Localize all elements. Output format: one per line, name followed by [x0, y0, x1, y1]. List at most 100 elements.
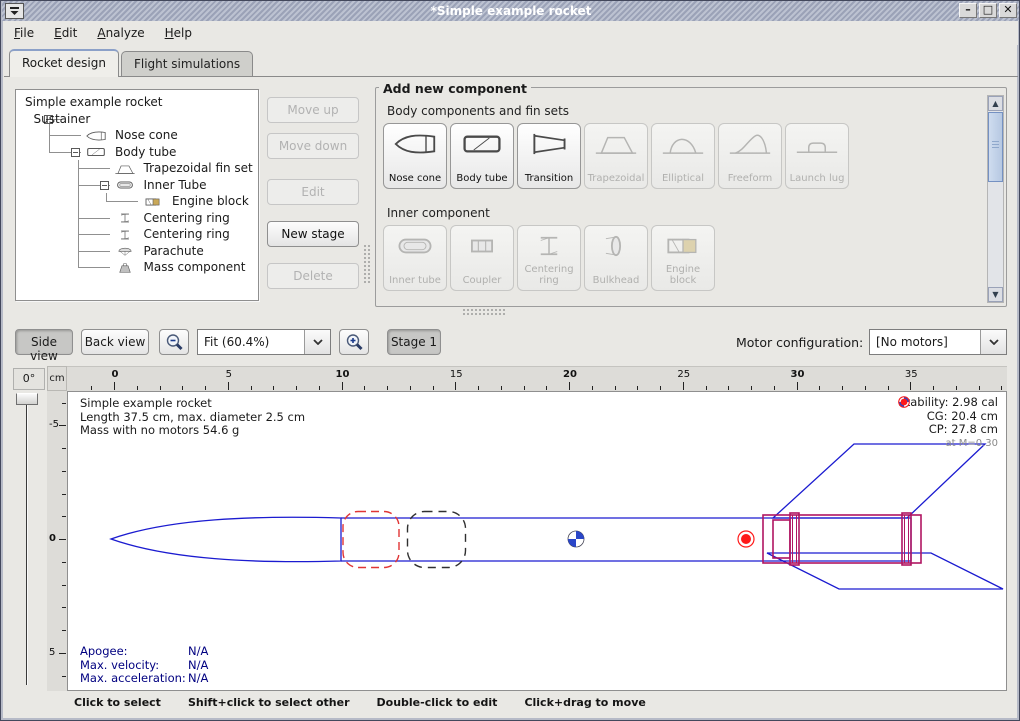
tree-item-label: Trapezoidal fin set: [144, 161, 253, 175]
ruler-tick: [342, 382, 343, 390]
component-tree: Simple example rocket SustainerNose coneB…: [15, 89, 259, 301]
launch-lug-button[interactable]: Launch lug: [785, 123, 849, 189]
ruler-tick: [683, 382, 684, 390]
tree-item-parachute[interactable]: Parachute: [16, 243, 258, 260]
cp-line: CP: 27.8 cm: [898, 423, 998, 437]
ruler-tick: [797, 382, 798, 390]
motor-combo-arrow[interactable]: [980, 330, 1006, 354]
engine-block-button[interactable]: Engine block: [651, 225, 715, 291]
rotation-slider-track[interactable]: [26, 399, 28, 685]
nose-cone-button[interactable]: Nose cone: [383, 123, 447, 189]
content-divider: [4, 76, 1018, 77]
component-button-label: Body tube: [456, 173, 507, 184]
motor-configuration-combobox[interactable]: [No motors]: [869, 329, 1007, 355]
close-button[interactable]: ✕: [999, 3, 1017, 18]
rocket-name: Simple example rocket: [80, 397, 305, 411]
vertical-splitter-grip[interactable]: [363, 244, 370, 284]
tree-item-engine-block[interactable]: Engine block: [16, 193, 258, 210]
tree-item-label: Centering ring: [144, 211, 230, 225]
parachute-icon: [112, 244, 138, 258]
tree-item-simple-example-rocket[interactable]: Simple example rocket: [16, 94, 258, 111]
tree-item-trapezoidal-fin-set[interactable]: Trapezoidal fin set: [16, 160, 258, 177]
freeform-button[interactable]: Freeform: [718, 123, 782, 189]
tree-item-inner-tube[interactable]: Inner Tube: [16, 177, 258, 194]
tree-expander-icon[interactable]: [100, 181, 109, 190]
status-bar: Click to selectShift+click to select oth…: [4, 693, 1018, 717]
ruler-tick: [387, 386, 388, 390]
tree-item-centering-ring[interactable]: Centering ring: [16, 210, 258, 227]
ruler-tick: [637, 386, 638, 390]
tree-item-sustainer[interactable]: Sustainer: [16, 111, 258, 128]
ruler-label: 0: [49, 533, 56, 544]
scroll-up-icon[interactable]: ▲: [988, 96, 1003, 111]
tree-item-body-tube[interactable]: Body tube: [16, 144, 258, 161]
ruler-tick: [933, 386, 934, 390]
centering-ring-button[interactable]: Centering ring: [517, 225, 581, 291]
scrollbar-thumb[interactable]: [988, 112, 1003, 182]
maximize-button[interactable]: □: [979, 3, 997, 18]
trapezoidal-button[interactable]: Trapezoidal: [584, 123, 648, 189]
vertical-ruler: -505: [47, 391, 67, 691]
status-hint: Shift+click to select other: [188, 696, 350, 717]
tree-guide: [78, 267, 110, 268]
rotation-slider-handle[interactable]: [16, 393, 38, 405]
menu-edit[interactable]: Edit: [52, 24, 79, 42]
rocket-info: Simple example rocket Length 37.5 cm, ma…: [80, 397, 305, 438]
tree-expander-icon[interactable]: [71, 148, 80, 157]
zoom-combo-arrow[interactable]: [304, 330, 330, 354]
ruler-tick: [615, 386, 616, 390]
horizontal-splitter-grip[interactable]: [462, 308, 506, 315]
rocket-canvas[interactable]: Simple example rocket Length 37.5 cm, ma…: [67, 391, 1007, 691]
elliptical-button[interactable]: Elliptical: [651, 123, 715, 189]
zoom-level-combobox[interactable]: Fit (60.4%): [197, 329, 331, 355]
tree-guide: [78, 218, 110, 219]
scroll-down-icon[interactable]: ▼: [988, 287, 1003, 302]
motor-configuration-value: [No motors]: [870, 330, 980, 354]
menu-analyze[interactable]: Analyze: [95, 24, 146, 42]
move-up-button[interactable]: Move up: [267, 97, 359, 123]
tree-item-label: Simple example rocket: [25, 95, 162, 109]
tree-guide: [106, 201, 138, 202]
body-components-label: Body components and fin sets: [387, 104, 569, 118]
tab-rocket-design[interactable]: Rocket design: [9, 49, 119, 77]
transition-button[interactable]: Transition: [517, 123, 581, 189]
window-menu-icon[interactable]: [5, 3, 24, 19]
tab-flight-simulations[interactable]: Flight simulations: [121, 51, 253, 77]
tree-item-mass-component[interactable]: Mass component: [16, 259, 258, 276]
stage-1-toggle[interactable]: Stage 1: [387, 329, 441, 355]
flight-data-label: Apogee:: [80, 645, 188, 659]
edit-button[interactable]: Edit: [267, 179, 359, 205]
tree-item-nose-cone[interactable]: Nose cone: [16, 127, 258, 144]
tree-item-label: Mass component: [144, 260, 246, 274]
tree-guide: [49, 135, 81, 136]
component-button-label: Engine block: [652, 264, 714, 286]
title-bar: *Simple example rocket – □ ✕: [2, 1, 1020, 21]
tree-item-centering-ring[interactable]: Centering ring: [16, 226, 258, 243]
horizontal-ruler: 05101520253035: [67, 366, 1007, 391]
body-tube-button[interactable]: Body tube: [450, 123, 514, 189]
ruler-tick: [751, 386, 752, 390]
ruler-label: 35: [902, 369, 920, 380]
zoom-out-button[interactable]: [159, 329, 189, 355]
menu-help[interactable]: Help: [163, 24, 194, 42]
ruler-label: 25: [675, 369, 693, 380]
move-down-button[interactable]: Move down: [267, 133, 359, 159]
coupler-button[interactable]: Coupler: [450, 225, 514, 291]
menu-file[interactable]: File: [12, 24, 36, 42]
ruler-tick: [62, 516, 66, 517]
inner-tube-button[interactable]: Inner tube: [383, 225, 447, 291]
zoom-in-button[interactable]: [339, 329, 369, 355]
component-scrollbar[interactable]: ▲ ▼: [987, 95, 1004, 303]
side-view-button[interactable]: Side view: [15, 329, 73, 355]
ruler-tick: [501, 386, 502, 390]
new-stage-button[interactable]: New stage: [267, 221, 359, 247]
back-view-button[interactable]: Back view: [81, 329, 149, 355]
delete-button[interactable]: Delete: [267, 263, 359, 289]
innertube-icon: [112, 178, 138, 192]
component-button-label: Launch lug: [790, 173, 845, 184]
tree-guide: [78, 251, 110, 252]
bulkhead-button[interactable]: Bulkhead: [584, 225, 648, 291]
minimize-button[interactable]: –: [959, 3, 977, 18]
tree-item-label: Engine block: [172, 194, 249, 208]
ruler-tick: [137, 386, 138, 390]
